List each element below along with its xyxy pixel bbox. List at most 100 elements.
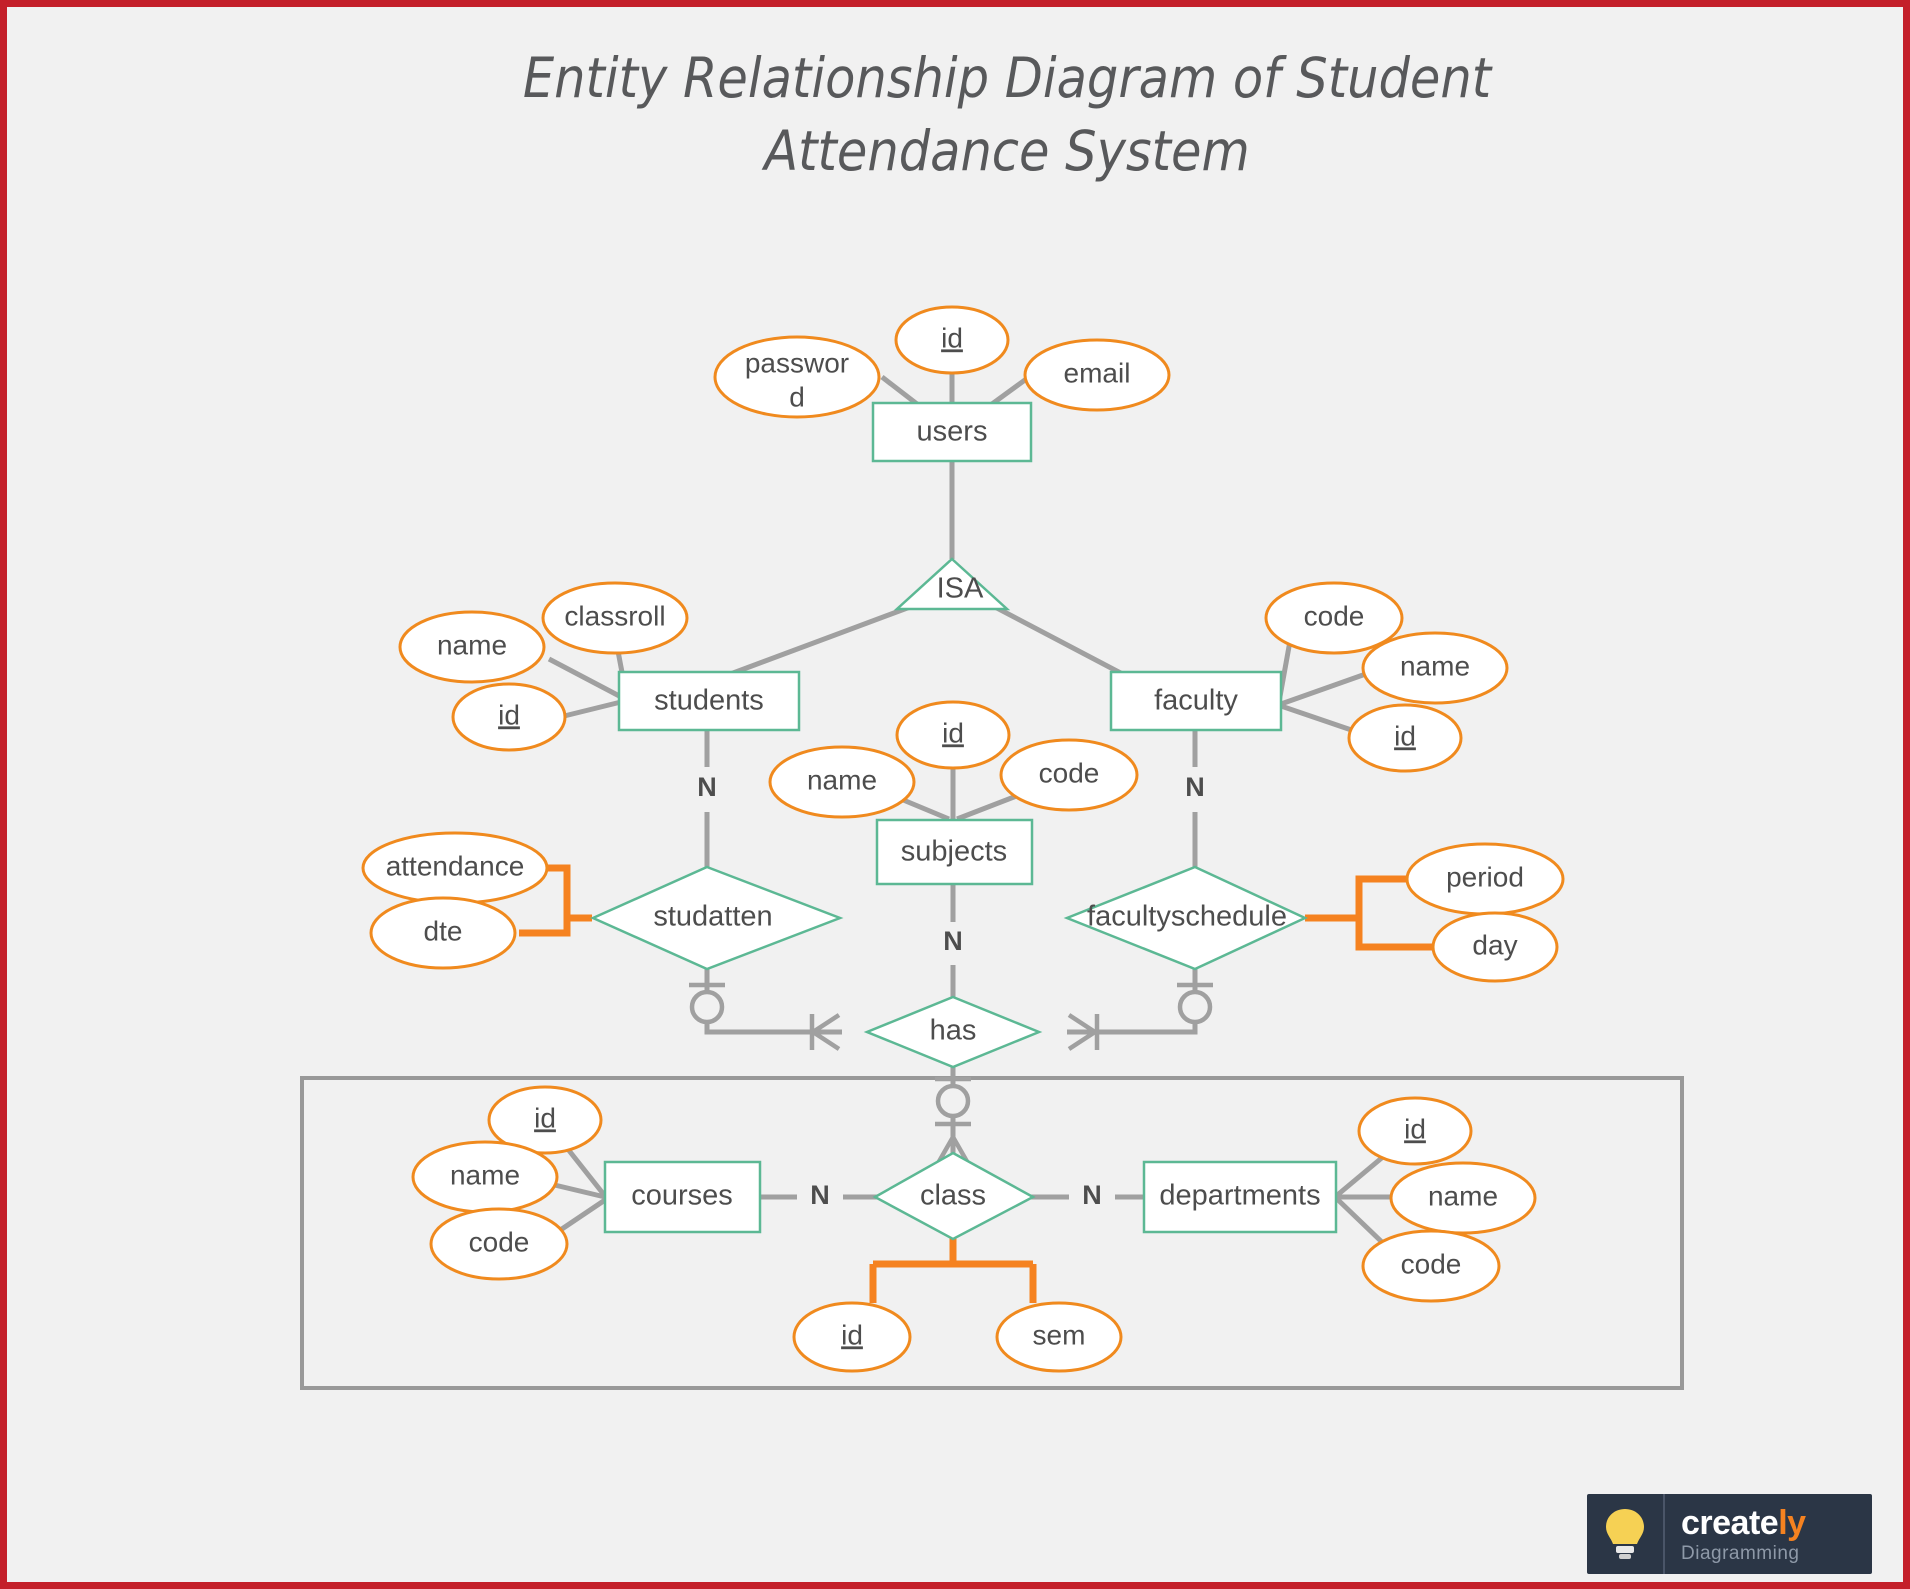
cardinality-students-studatten: N xyxy=(697,772,717,802)
edge-dte-studatten xyxy=(519,918,571,937)
attribute-label: name xyxy=(1428,1180,1498,1211)
cardinality-faculty-facultyschedule: N xyxy=(1185,772,1205,802)
cardinality-subjects-has: N xyxy=(943,926,963,956)
entity-departments[interactable]: departments xyxy=(1142,1160,1338,1234)
entity-users[interactable]: users xyxy=(871,401,1033,463)
entity-layer: users students faculty subjects courses xyxy=(603,401,1338,1234)
entity-subjects[interactable]: subjects xyxy=(875,818,1034,886)
attribute-class-id[interactable]: id xyxy=(792,1301,912,1373)
page-title-line2: Attendance System xyxy=(761,119,1249,183)
entity-faculty[interactable]: faculty xyxy=(1109,670,1283,732)
creately-logo[interactable]: creately Diagramming xyxy=(1587,1494,1872,1574)
lightbulb-icon xyxy=(1587,1494,1665,1574)
attribute-label: sem xyxy=(1033,1319,1086,1350)
attribute-students-classroll[interactable]: classroll xyxy=(541,581,689,655)
attribute-students-name[interactable]: name xyxy=(398,610,546,684)
relationship-label: facultyschedule xyxy=(1087,901,1287,933)
er-diagram: Entity Relationship Diagram of Student A… xyxy=(300,46,1684,1390)
logo-word-main: create xyxy=(1681,1503,1779,1542)
attribute-label: id xyxy=(534,1102,556,1133)
attribute-users-email[interactable]: email xyxy=(1023,338,1171,412)
attribute-label: code xyxy=(1304,600,1365,631)
attribute-students-id[interactable]: id xyxy=(451,682,567,752)
attribute-label: id xyxy=(498,699,520,730)
attribute-label: id xyxy=(1404,1113,1426,1144)
generalization-isa[interactable]: ISA xyxy=(893,557,1011,611)
attribute-label: name xyxy=(1400,650,1470,681)
relationship-facultyschedule[interactable]: facultyschedule xyxy=(1063,865,1308,971)
entity-label: subjects xyxy=(901,836,1007,868)
attribute-label: id xyxy=(941,322,963,353)
attribute-label-line2: d xyxy=(789,381,805,412)
attribute-label: id xyxy=(942,717,964,748)
edge-period-facultyschedule xyxy=(1305,875,1407,922)
relationship-label: has xyxy=(930,1015,977,1047)
relationship-label: class xyxy=(920,1180,986,1212)
entity-courses[interactable]: courses xyxy=(603,1160,762,1234)
attribute-subjects-code[interactable]: code xyxy=(999,738,1139,812)
attribute-label: name xyxy=(807,764,877,795)
relationship-class[interactable]: class xyxy=(872,1151,1036,1241)
attribute-faculty-name[interactable]: name xyxy=(1361,631,1509,705)
attribute-courses-code[interactable]: code xyxy=(429,1207,569,1281)
marker-facultyschedule-circle xyxy=(1177,989,1213,1025)
entity-label: faculty xyxy=(1154,685,1238,717)
entity-label: courses xyxy=(631,1180,733,1212)
attribute-studatten-attendance[interactable]: attendance xyxy=(361,831,549,905)
attribute-studatten-dte[interactable]: dte xyxy=(369,896,517,970)
attribute-label-line1: passwor xyxy=(745,347,849,378)
entity-label: departments xyxy=(1159,1180,1320,1212)
diagram-canvas: Entity Relationship Diagram of Student A… xyxy=(0,0,1910,1589)
logo-subtitle: Diagramming xyxy=(1681,1542,1800,1564)
attribute-label: id xyxy=(1394,720,1416,751)
attribute-faculty-id[interactable]: id xyxy=(1347,703,1463,773)
edge-facultyschedule-has xyxy=(1067,969,1198,1035)
attribute-departments-name[interactable]: name xyxy=(1389,1161,1537,1235)
attribute-label: id xyxy=(841,1319,863,1350)
edge-isa-students xyxy=(716,604,911,682)
logo-word-accent: ly xyxy=(1778,1503,1806,1542)
edge-name-students xyxy=(547,656,627,702)
attribute-label: code xyxy=(1039,757,1100,788)
edge-code-departments xyxy=(1333,1195,1387,1247)
relationship-layer: ISA studatten facultyschedule has class xyxy=(589,557,1308,1241)
attribute-users-password[interactable]: passwor d xyxy=(713,335,881,419)
cardinality-courses-class: N xyxy=(810,1180,830,1210)
attribute-label: dte xyxy=(424,915,463,946)
attribute-label: code xyxy=(469,1226,530,1257)
attribute-label: classroll xyxy=(564,600,665,631)
attribute-class-sem[interactable]: sem xyxy=(995,1301,1123,1373)
relationship-studatten[interactable]: studatten xyxy=(589,865,844,971)
attribute-label: code xyxy=(1401,1248,1462,1279)
lightbulb-glyph xyxy=(1606,1509,1644,1559)
relationship-has[interactable]: has xyxy=(863,995,1043,1069)
attribute-label: email xyxy=(1064,357,1131,388)
attribute-subjects-name[interactable]: name xyxy=(768,745,916,819)
attribute-label: attendance xyxy=(386,850,525,881)
page-title-line1: Entity Relationship Diagram of Student xyxy=(523,46,1493,110)
attribute-label: name xyxy=(437,629,507,660)
edge-day-facultyschedule xyxy=(1355,918,1439,951)
edge-studatten-has xyxy=(704,969,842,1035)
logo-wordmark: creately xyxy=(1681,1506,1806,1540)
cardinality-class-departments: N xyxy=(1082,1180,1102,1210)
attribute-departments-id[interactable]: id xyxy=(1357,1096,1473,1166)
attribute-subjects-id[interactable]: id xyxy=(895,700,1011,770)
edge-isa-faculty xyxy=(993,604,1134,682)
attribute-label: name xyxy=(450,1159,520,1190)
attribute-facultyschedule-day[interactable]: day xyxy=(1431,911,1559,983)
isa-label: ISA xyxy=(937,573,984,605)
attribute-faculty-code[interactable]: code xyxy=(1264,581,1404,655)
attribute-facultyschedule-period[interactable]: period xyxy=(1405,842,1565,916)
entity-students[interactable]: students xyxy=(617,670,801,732)
marker-has-bottom-circle xyxy=(935,1083,971,1119)
attribute-departments-code[interactable]: code xyxy=(1361,1229,1501,1303)
relationship-label: studatten xyxy=(653,901,772,933)
attribute-courses-name[interactable]: name xyxy=(411,1140,559,1214)
attribute-label: period xyxy=(1446,861,1524,892)
edge-name-faculty xyxy=(1280,667,1378,707)
entity-label: students xyxy=(654,685,764,717)
entity-label: users xyxy=(917,416,988,448)
attribute-users-id[interactable]: id xyxy=(894,305,1010,375)
logo-text: creately Diagramming xyxy=(1665,1506,1806,1563)
